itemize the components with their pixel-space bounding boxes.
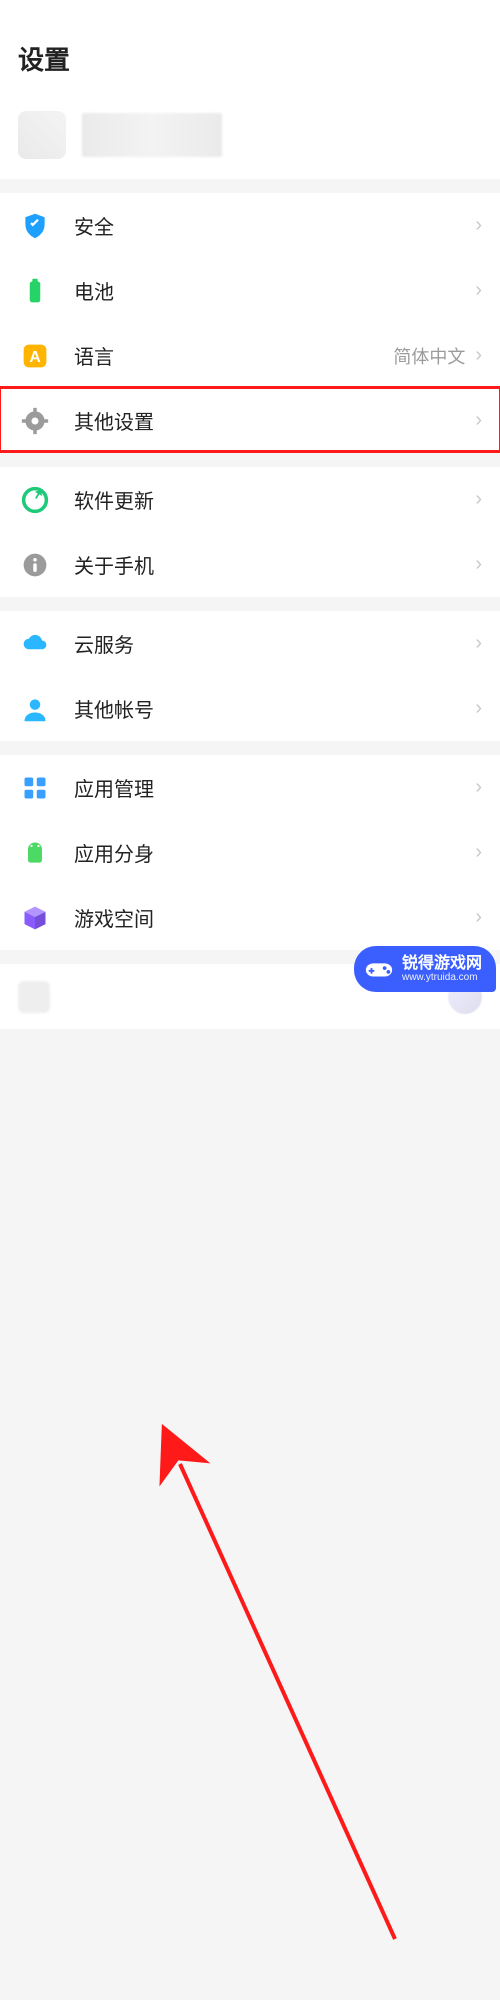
chevron-right-icon: › (475, 906, 482, 929)
status-bar (0, 0, 500, 30)
chevron-right-icon: › (475, 632, 482, 655)
account-section (0, 91, 500, 179)
row-value: 简体中文 (393, 343, 465, 369)
gear-icon (18, 404, 52, 438)
settings-row-security[interactable]: 安全› (0, 193, 500, 258)
settings-row-apps[interactable]: 应用管理› (0, 755, 500, 820)
settings-row-battery[interactable]: 电池› (0, 258, 500, 323)
settings-row-cloud[interactable]: 云服务› (0, 611, 500, 676)
row-label: 应用分身 (74, 838, 475, 867)
chevron-right-icon: › (475, 214, 482, 237)
gamepad-icon (364, 954, 394, 984)
redacted-icon (18, 981, 50, 1013)
chevron-right-icon: › (475, 776, 482, 799)
chevron-right-icon: › (475, 409, 482, 432)
row-label: 其他帐号 (74, 694, 475, 723)
battery-icon (18, 274, 52, 308)
settings-group: 软件更新›关于手机› (0, 467, 500, 597)
cloud-icon (18, 627, 52, 661)
update-icon (18, 483, 52, 517)
page-title: 设置 (18, 40, 482, 77)
settings-row-other[interactable]: 其他设置› (0, 388, 500, 453)
row-label: 云服务 (74, 629, 475, 658)
watermark-title: 锐得游戏网 (402, 956, 482, 972)
page-header: 设置 (0, 30, 500, 91)
svg-text:A: A (29, 349, 40, 366)
settings-group: 安全›电池›A语言简体中文›其他设置› (0, 193, 500, 453)
settings-row-clone[interactable]: 应用分身› (0, 820, 500, 885)
redacted-account-text (82, 113, 222, 157)
settings-row-language[interactable]: A 语言简体中文 › (0, 323, 500, 388)
settings-group: 云服务›其他帐号› (0, 611, 500, 741)
cube-icon (18, 901, 52, 935)
row-label: 语言 (74, 341, 393, 370)
settings-row-account[interactable]: 其他帐号› (0, 676, 500, 741)
shield-check-icon (18, 209, 52, 243)
watermark: 锐得游戏网 www.ytruida.com (354, 946, 496, 992)
row-label: 电池 (74, 276, 475, 305)
settings-row-about[interactable]: 关于手机› (0, 532, 500, 597)
settings-row-game[interactable]: 游戏空间› (0, 885, 500, 950)
watermark-url: www.ytruida.com (402, 972, 482, 984)
row-label: 应用管理 (74, 773, 475, 802)
settings-row-update[interactable]: 软件更新› (0, 467, 500, 532)
avatar (18, 111, 66, 159)
row-label: 游戏空间 (74, 903, 475, 932)
row-label: 其他设置 (74, 406, 475, 435)
chevron-right-icon: › (475, 488, 482, 511)
row-label: 软件更新 (74, 485, 475, 514)
annotation-arrow (0, 1029, 500, 2000)
info-icon (18, 548, 52, 582)
person-icon (18, 692, 52, 726)
chevron-right-icon: › (475, 344, 482, 367)
chevron-right-icon: › (475, 841, 482, 864)
chevron-right-icon: › (475, 697, 482, 720)
chevron-right-icon: › (475, 279, 482, 302)
account-row[interactable] (0, 91, 500, 179)
grid-icon (18, 771, 52, 805)
settings-group: 应用管理›应用分身›游戏空间› (0, 755, 500, 950)
chevron-right-icon: › (475, 553, 482, 576)
letter-a-icon: A (18, 339, 52, 373)
row-label: 关于手机 (74, 550, 475, 579)
row-label: 安全 (74, 211, 475, 240)
android-icon (18, 836, 52, 870)
